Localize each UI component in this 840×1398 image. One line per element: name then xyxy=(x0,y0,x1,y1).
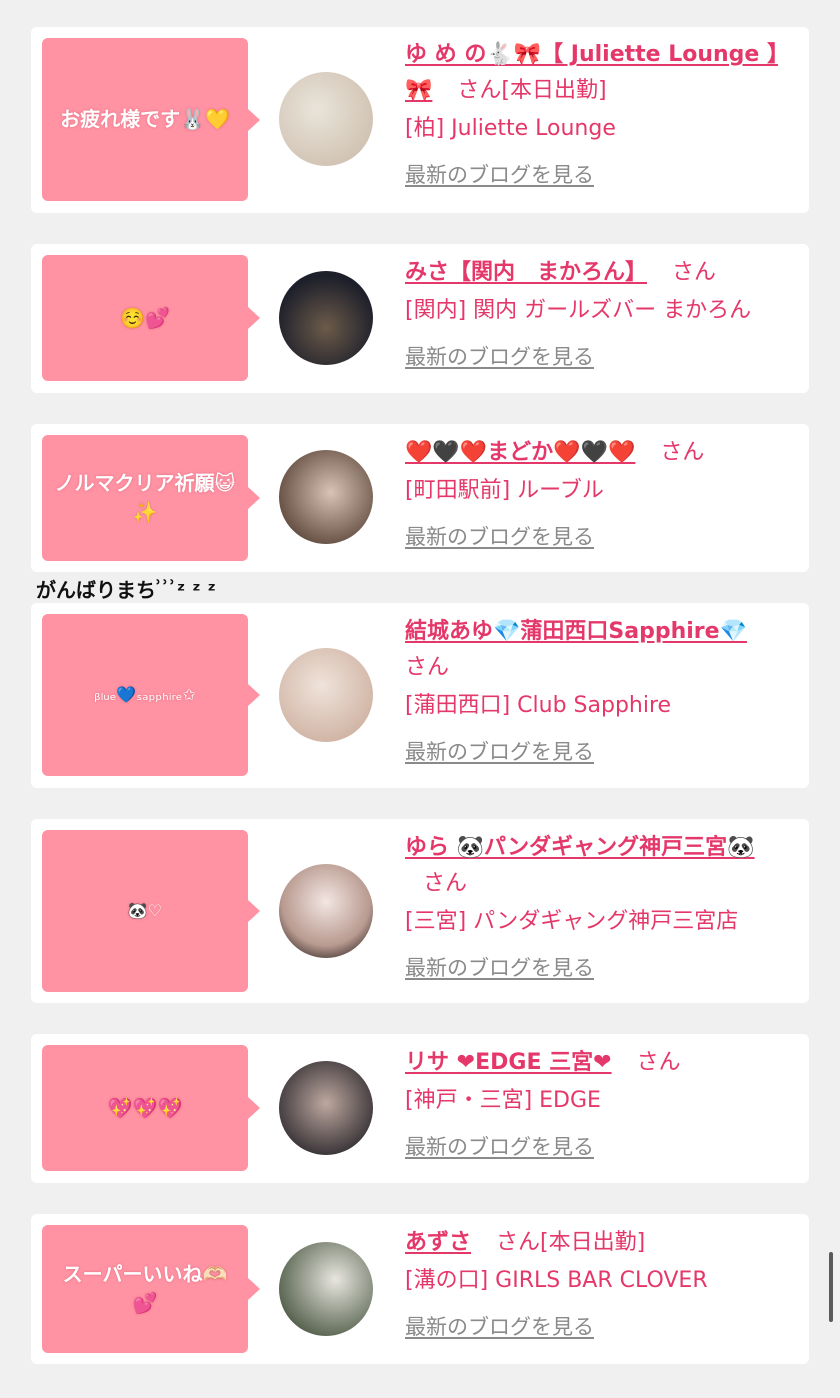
avatar[interactable] xyxy=(279,648,373,742)
post-card: 💖💖💖 リサ ❤EDGE 三宮❤ さん [神戸・三宮] EDGE 最新のブログを… xyxy=(31,1034,809,1183)
status-label: [本日出勤] xyxy=(540,1230,646,1255)
shop-label: [町田駅前] ルーブル xyxy=(405,478,604,503)
post-card: ノルマクリア祈願😺✨ ❤️🖤❤️まどか❤️🖤❤️ さん [町田駅前] ルーブル … xyxy=(31,424,809,572)
scrollbar-thumb[interactable] xyxy=(829,1252,833,1322)
message-bubble: ☺️💕 xyxy=(42,255,260,381)
latest-blog-link[interactable]: 最新のブログを見る xyxy=(405,521,594,551)
latest-blog-link[interactable]: 最新のブログを見る xyxy=(405,159,594,189)
honorific: さん xyxy=(405,655,450,680)
avatar[interactable] xyxy=(279,1061,373,1155)
latest-blog-link[interactable]: 最新のブログを見る xyxy=(405,736,594,766)
post-card: スーパーいいね🫶🏻💕 あずさ さん[本日出勤] [溝の口] GIRLS BAR … xyxy=(31,1214,809,1364)
message-bubble: ᵦₗᵤₑ💙ₛₐₚₚₕᵢᵣₑ✩ xyxy=(42,614,260,776)
avatar[interactable] xyxy=(279,1242,373,1336)
avatar[interactable] xyxy=(279,271,373,365)
cast-name-link[interactable]: リサ ❤EDGE 三宮❤ xyxy=(405,1050,612,1075)
cast-name-link[interactable]: 結城あゆ💎蒲田西口Sapphire💎 xyxy=(405,619,747,644)
cast-name-link[interactable]: ❤️🖤❤️まどか❤️🖤❤️ xyxy=(405,440,635,465)
avatar[interactable] xyxy=(279,450,373,544)
shop-label: [溝の口] GIRLS BAR CLOVER xyxy=(405,1268,708,1293)
message-bubble: お疲れ様です🐰💛 xyxy=(42,38,260,201)
avatar[interactable] xyxy=(279,72,373,166)
honorific: さん xyxy=(423,871,468,896)
avatar[interactable] xyxy=(279,864,373,958)
cast-name-link[interactable]: みさ【関内 まかろん】 xyxy=(405,260,647,285)
shop-label: [蒲田西口] Club Sapphire xyxy=(405,693,672,718)
shop-label: [神戸・三宮] EDGE xyxy=(405,1088,601,1113)
post-card: お疲れ様です🐰💛 ゆ め の🐇🎀【 Juliette Lounge 】🎀 さん[… xyxy=(31,27,809,213)
honorific: さん xyxy=(496,1230,541,1255)
shop-label: [柏] Juliette Lounge xyxy=(405,116,616,141)
shop-label: [三宮] パンダギャング神戸三宮店 xyxy=(405,909,739,934)
post-card: ᵦₗᵤₑ💙ₛₐₚₚₕᵢᵣₑ✩ 結城あゆ💎蒲田西口Sapphire💎 さん [蒲田… xyxy=(31,603,809,788)
cast-name-link[interactable]: ゆら 🐼パンダギャング神戸三宮🐼 xyxy=(405,835,755,860)
post-card: 🐼♡ ゆら 🐼パンダギャング神戸三宮🐼 さん [三宮] パンダギャング神戸三宮店… xyxy=(31,819,809,1003)
latest-blog-link[interactable]: 最新のブログを見る xyxy=(405,1131,594,1161)
latest-blog-link[interactable]: 最新のブログを見る xyxy=(405,341,594,371)
post-card: ☺️💕 みさ【関内 まかろん】 さん [関内] 関内 ガールズバー まかろん 最… xyxy=(31,244,809,393)
cast-name-link[interactable]: あずさ xyxy=(405,1230,471,1255)
message-bubble: 🐼♡ xyxy=(42,830,260,992)
message-bubble: ノルマクリア祈願😺✨ xyxy=(42,435,260,561)
message-bubble: 💖💖💖 xyxy=(42,1045,260,1171)
honorific: さん xyxy=(457,78,502,103)
caption-text: がんばりまち ͗ ͗ ͗ᶻ ᶻ ᶻ xyxy=(36,578,216,602)
latest-blog-link[interactable]: 最新のブログを見る xyxy=(405,1311,594,1341)
shop-label: [関内] 関内 ガールズバー まかろん xyxy=(405,298,752,323)
honorific: さん xyxy=(660,440,705,465)
honorific: さん xyxy=(636,1050,681,1075)
honorific: さん xyxy=(672,260,717,285)
latest-blog-link[interactable]: 最新のブログを見る xyxy=(405,952,594,982)
status-label: [本日出勤] xyxy=(501,78,607,103)
message-bubble: スーパーいいね🫶🏻💕 xyxy=(42,1225,260,1353)
